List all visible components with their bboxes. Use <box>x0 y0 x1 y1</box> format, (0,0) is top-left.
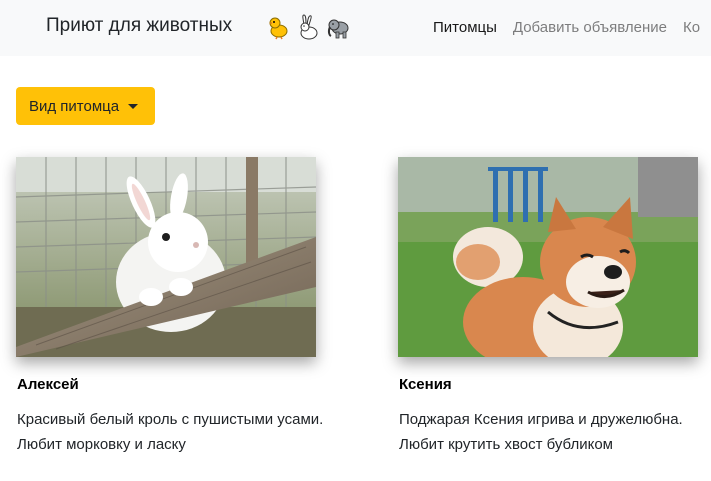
chick-icon <box>267 14 289 40</box>
pet-description: Поджарая Ксения игрива и дружелюбна. Люб… <box>399 411 683 453</box>
white-rabbit-photo[interactable] <box>16 157 316 357</box>
nav-link-add-listing[interactable]: Добавить объявление <box>513 19 667 36</box>
rabbit-icon <box>297 14 319 40</box>
navbar: Приют для животных Питомцы Добавить объя… <box>0 0 711 56</box>
pet-type-dropdown-label: Вид питомца <box>29 97 120 115</box>
pet-name: Алексей <box>17 376 79 393</box>
pet-type-dropdown[interactable]: Вид питомца <box>16 87 155 125</box>
nav-links: Питомцы Добавить объявление Ко <box>433 19 711 36</box>
caret-down-icon <box>128 103 139 109</box>
pet-card[interactable]: Ксения Поджарая Ксения игрива и дружелюб… <box>398 157 711 453</box>
pet-card[interactable]: Алексей Красивый белый кроль с пушистыми… <box>16 157 346 453</box>
pet-name: Ксения <box>399 376 452 393</box>
elephant-icon <box>327 14 349 40</box>
pet-description: Красивый белый кроль с пушистыми усами. … <box>17 411 324 453</box>
brand-icons <box>267 14 349 40</box>
nav-link-pets[interactable]: Питомцы <box>433 19 497 36</box>
nav-link-contacts[interactable]: Ко <box>683 19 700 36</box>
shiba-inu-dog-photo[interactable] <box>398 157 698 357</box>
brand-title[interactable]: Приют для животных <box>46 15 232 37</box>
